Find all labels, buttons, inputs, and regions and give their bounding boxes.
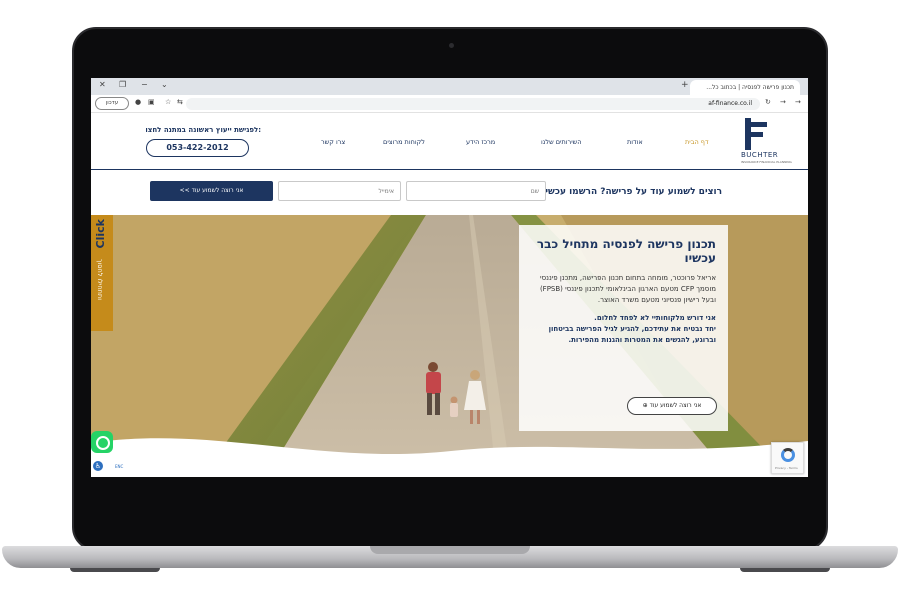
url-text: af-finance.co.il <box>708 100 752 107</box>
laptop-mockup: ✕ ❐ − ⌄ + ✕ תכנון פרישה לפנסיה | בכתוב כ… <box>0 0 900 600</box>
nav-knowledge-center[interactable]: מרכז הידע <box>466 138 495 146</box>
nav-testimonials[interactable]: לקוחות מרוצים <box>383 138 425 146</box>
translate-icon[interactable]: ⇆ <box>177 98 183 106</box>
nav-services[interactable]: השירותים שלנו <box>541 138 582 146</box>
logo-name: BUCHTER <box>741 151 779 159</box>
lead-form-bar: רוצים לשמוע עוד על פרישה? הרשמו עכשיו! א… <box>91 171 808 215</box>
submit-lead-button[interactable]: אני רוצה לשמוע עוד >> <box>150 181 273 201</box>
profile-icon[interactable]: ● <box>135 98 141 106</box>
logo-mark-icon <box>745 118 767 150</box>
recaptcha-label: Privacy - Terms <box>775 466 798 470</box>
side-click-tab[interactable]: Click ותתחילו לחסוך <box>91 215 113 331</box>
hero-title: תכנון פרישה לפנסיה מתחיל כבר עכשיו <box>536 237 716 265</box>
side-tab-click-label: Click <box>94 219 107 249</box>
screen: ✕ ❐ − ⌄ + ✕ תכנון פרישה לפנסיה | בכתוב כ… <box>91 78 808 477</box>
cta-title: לפגישת ייעוץ ראשונה במתנה לחצו: <box>145 126 261 134</box>
restore-window-icon[interactable]: ❐ <box>119 80 126 89</box>
logo[interactable]: BUCHTER INSURANCE FINANCIAL PLANNING <box>741 118 792 164</box>
browser-tab[interactable]: תכנון פרישה לפנסיה | בכתוב כל... <box>690 80 800 95</box>
phone-button[interactable]: 053-422-2012 <box>146 139 249 157</box>
side-tab-text: ותתחילו לחסוך <box>96 259 104 300</box>
accessibility-icon[interactable]: ♿ <box>93 461 103 471</box>
browser-toolbar: עדכון ● ▣ ☆ ⇆ af-finance.co.il ↻ → → <box>91 95 808 113</box>
laptop-foot-left <box>70 568 160 572</box>
whatsapp-icon[interactable] <box>91 431 113 453</box>
arrow-circle-icon: ⊕ <box>642 402 648 409</box>
chevron-down-icon[interactable]: ⌄ <box>161 80 168 89</box>
learn-more-button[interactable]: אני רוצה לשמוע עוד ⊕ <box>627 397 717 415</box>
camera-icon <box>449 43 454 48</box>
name-field[interactable] <box>406 181 546 201</box>
nav-home[interactable]: דף הבית <box>685 138 709 146</box>
reload-icon[interactable]: ↻ <box>765 98 771 106</box>
hero-body: אריאל פרוכטר, מומחה בתחום תכנון הפרישה, … <box>539 274 716 304</box>
site-header: BUCHTER INSURANCE FINANCIAL PLANNING דף … <box>91 114 808 170</box>
hero-card: תכנון פרישה לפנסיה מתחיל כבר עכשיו אריאל… <box>519 225 728 431</box>
lead-form-title: רוצים לשמוע עוד על פרישה? הרשמו עכשיו! <box>538 187 722 197</box>
tab-title: תכנון פרישה לפנסיה | בכתוב כל... <box>706 84 794 91</box>
laptop-foot-right <box>740 568 830 572</box>
browser-tab-bar: ✕ ❐ − ⌄ + ✕ תכנון פרישה לפנסיה | בכתוב כ… <box>91 78 808 95</box>
accessibility-label: ENC <box>115 464 124 469</box>
email-field[interactable] <box>278 181 401 201</box>
forward-icon[interactable]: → <box>780 98 786 106</box>
minimize-window-icon[interactable]: − <box>141 80 148 89</box>
close-window-icon[interactable]: ✕ <box>99 80 106 89</box>
update-button[interactable]: עדכון <box>95 97 129 110</box>
nav-about[interactable]: אודות <box>627 138 643 146</box>
hero-section: תכנון פרישה לפנסיה מתחיל כבר עכשיו אריאל… <box>91 215 808 477</box>
side-panel-icon[interactable]: ▣ <box>148 98 155 106</box>
laptop-notch <box>370 546 530 554</box>
recaptcha-badge[interactable]: Privacy - Terms <box>771 442 804 474</box>
hero-highlight-1: אני דורש מלקוחותיי לא לפחד לחלום. <box>594 314 716 322</box>
learn-more-label: אני רוצה לשמוע עוד <box>649 402 702 409</box>
logo-tagline: INSURANCE FINANCIAL PLANNING <box>741 160 792 164</box>
recaptcha-icon <box>781 448 795 462</box>
back-icon[interactable]: → <box>795 98 801 106</box>
bookmark-star-icon[interactable]: ☆ <box>165 98 171 106</box>
nav-contact[interactable]: צרו קשר <box>321 138 345 146</box>
hero-highlight-2: יחד נבטיח את עתידכם, להגיע לגיל הפרישה ב… <box>548 325 716 344</box>
new-tab-icon[interactable]: + <box>681 80 689 90</box>
address-bar[interactable]: af-finance.co.il <box>186 98 760 110</box>
